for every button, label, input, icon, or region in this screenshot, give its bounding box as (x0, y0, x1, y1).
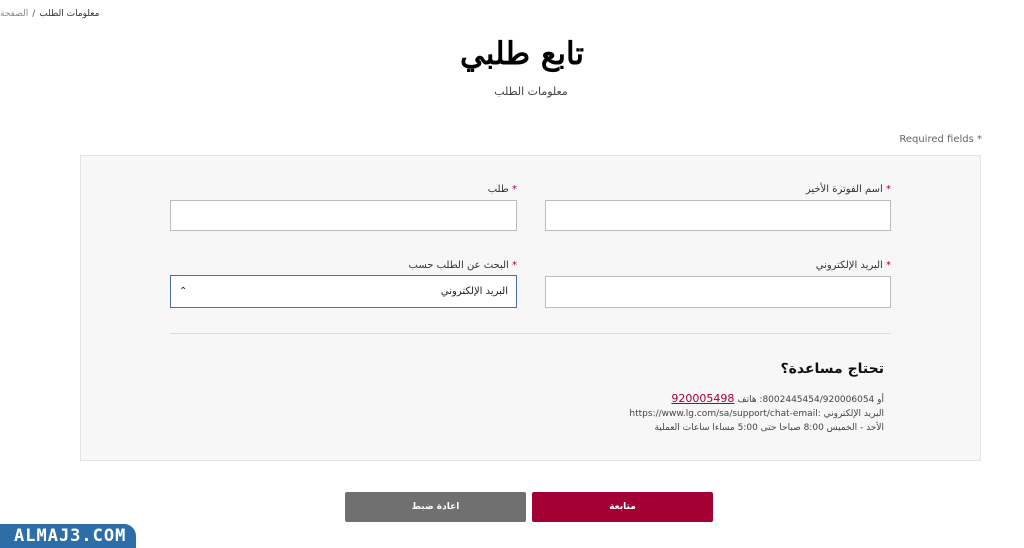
search-by-label-text: البحث عن الطلب حسب (408, 260, 509, 271)
help-phone-prefix: أو 8002445454/920006054: هاتف (737, 395, 884, 405)
breadcrumb-home[interactable]: الصفحة (0, 9, 28, 19)
email-label-text: البريد الإلكتروني (815, 260, 883, 271)
order-label: * طلب (488, 184, 517, 195)
watermark-logo: ALMAJ3.COM (0, 524, 136, 548)
chevron-up-icon: ⌃ (179, 286, 188, 297)
help-phone-link[interactable]: 920005498 (671, 392, 734, 405)
required-star: * (886, 184, 891, 195)
last-invoice-label: * اسم الفوترة الأخير (806, 184, 891, 195)
help-title: تحتاج مساعدة؟ (780, 361, 885, 377)
breadcrumb-separator: / (32, 9, 36, 19)
required-star: * (512, 260, 517, 271)
last-invoice-input[interactable] (545, 200, 891, 231)
order-input[interactable] (170, 200, 517, 231)
search-by-selected: البريد الإلكتروني (440, 286, 508, 297)
reset-button[interactable]: اعادة ضبط (345, 492, 526, 522)
email-label: * البريد الإلكتروني (816, 260, 891, 271)
required-fields-note: Required fields * (899, 134, 982, 145)
order-label-text: طلب (487, 184, 509, 195)
email-input[interactable] (545, 276, 891, 308)
help-email-line: البريد الإلكتروني :https://www.lg.com/sa… (629, 409, 884, 419)
last-invoice-label-text: اسم الفوترة الأخير (805, 184, 883, 195)
page-title: تابع طلبي (459, 36, 585, 72)
continue-button[interactable]: متابعة (532, 492, 713, 522)
help-hours-line: الأحد - الخميس 8:00 صباحا حتى 5:00 مساءا… (654, 423, 884, 433)
help-phone-line: أو 8002445454/920006054: هاتف 920005498 (671, 392, 884, 405)
form-divider (170, 333, 891, 334)
required-star: * (512, 184, 517, 195)
page-subtitle: معلومات الطلب (494, 85, 568, 98)
required-star: * (886, 260, 891, 271)
search-by-select[interactable]: البريد الإلكتروني ⌃ (170, 275, 517, 308)
search-by-label: * البحث عن الطلب حسب (409, 260, 518, 271)
breadcrumb-current[interactable]: معلومات الطلب (39, 9, 99, 19)
breadcrumb: معلومات الطلب/ الصفحة (0, 9, 100, 25)
